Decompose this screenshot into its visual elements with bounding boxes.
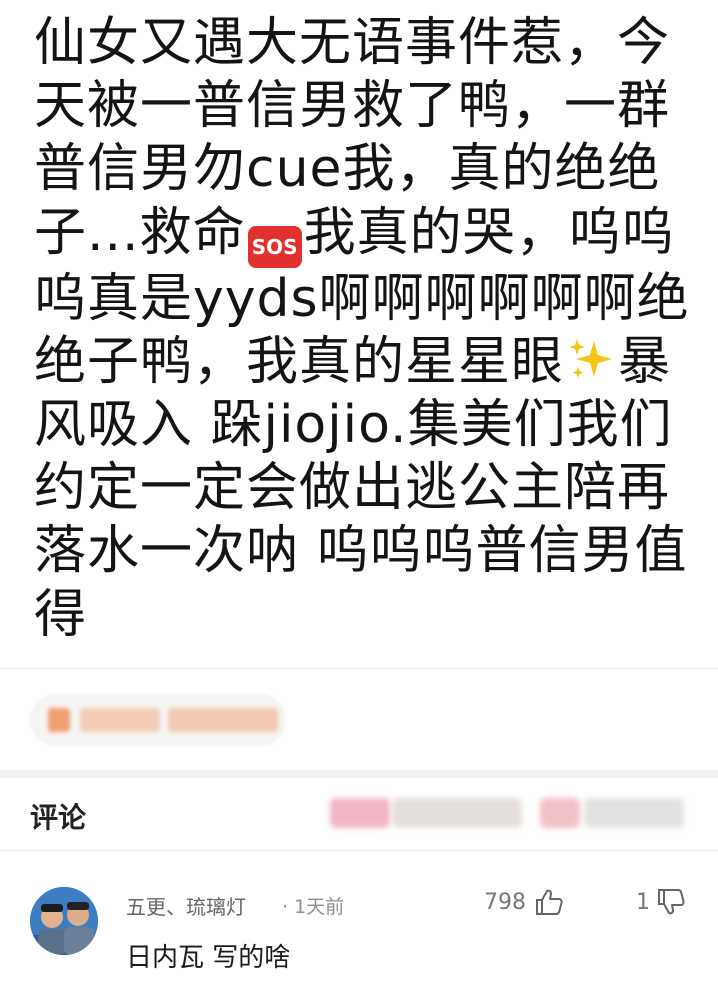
comment-username[interactable]: 五更、琉璃灯 [126,891,246,920]
post-page: 仙女又遇大无语事件惹，今 天被一普信男救了鸭，一群 普信男勿cue我，真的绝绝 … [0,0,718,1000]
like-count: 798 [484,890,526,915]
post-line: 子...救命 [34,202,246,263]
divider [0,668,718,669]
post-line: 绝子鸭，我真的星星眼 [34,331,565,392]
blurred-header-icon[interactable] [330,798,390,828]
comments-title: 评论 [30,801,87,834]
blurred-tag-text [168,708,278,732]
post-line: 风吸入 跺jiojio.集美们我们 [34,395,673,456]
sos-emoji-icon: SOS [247,225,302,268]
comment-text: 日内瓦 写的啥 [126,943,291,973]
blurred-header-text[interactable] [392,798,522,828]
dislike-count: 1 [636,890,650,915]
blurred-header-text[interactable] [584,798,684,828]
post-line: 落水一次呐 呜呜呜普信男值 [34,521,688,582]
post-body: 仙女又遇大无语事件惹，今 天被一普信男救了鸭，一群 普信男勿cue我，真的绝绝 … [0,0,718,668]
blurred-tag-text [80,708,160,732]
post-line: 天被一普信男救了鸭，一群 [34,76,671,137]
comments-header: 评论 [0,778,718,850]
post-line: 普信男勿cue我，真的绝绝 [34,139,661,200]
blurred-tag-icon [48,708,70,732]
section-gap [0,770,718,778]
post-line: 暴 [618,331,672,392]
comment-item[interactable]: 五更、琉璃灯 · 1天前 日内瓦 写的啥 798 1 [0,851,718,1000]
avatar[interactable] [30,887,98,955]
sparkles-icon [566,335,616,383]
thumbs-down-icon [656,887,686,921]
post-line: 呜真是yyds啊啊啊啊啊啊绝 [34,268,690,329]
post-line: 仙女又遇大无语事件惹，今 [34,13,671,73]
post-line: 我真的哭，呜呜 [303,202,675,263]
post-text: 仙女又遇大无语事件惹，今 天被一普信男救了鸭，一群 普信男勿cue我，真的绝绝 … [34,12,698,647]
post-line: 得 [34,584,88,645]
blurred-topic-tag[interactable] [30,694,300,746]
comment-timestamp: · 1天前 [282,896,345,918]
thumbs-up-icon [534,887,564,921]
blurred-header-icon[interactable] [540,798,580,828]
post-line: 约定一定会做出逃公主陪再 [34,458,671,519]
